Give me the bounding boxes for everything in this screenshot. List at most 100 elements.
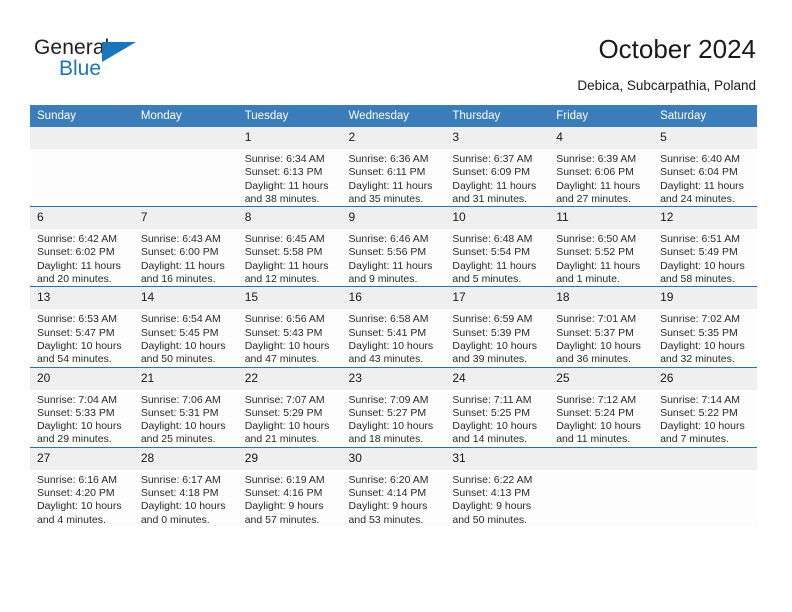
- sunrise-line: Sunrise: 7:04 AM: [37, 393, 117, 406]
- daylight-line-1: Daylight: 9 hours: [244, 500, 324, 513]
- day-cell[interactable]: 3 Sunrise: 6:37 AM Sunset: 6:09 PM Dayli…: [445, 127, 550, 207]
- day-number: 17: [445, 287, 550, 310]
- daylight-line-2: and 29 minutes.: [37, 433, 112, 446]
- sunset-line: Sunset: 5:29 PM: [244, 406, 323, 419]
- daylight-line-1: Daylight: 11 hours: [37, 259, 121, 272]
- sunrise-line: Sunrise: 6:37 AM: [452, 153, 533, 165]
- daylight-line-1: Daylight: 10 hours: [660, 420, 745, 433]
- day-number: 8: [237, 207, 342, 230]
- day-details: Sunrise: 7:12 AM Sunset: 5:24 PM Dayligh…: [549, 390, 653, 447]
- day-cell[interactable]: 13 Sunrise: 6:53 AM Sunset: 5:47 PM Dayl…: [30, 286, 134, 368]
- daylight-line-1: Daylight: 9 hours: [452, 500, 532, 513]
- day-cell[interactable]: 15 Sunrise: 6:56 AM Sunset: 5:43 PM Dayl…: [237, 286, 342, 368]
- sunrise-line: Sunrise: 6:56 AM: [244, 313, 325, 326]
- day-number: 12: [653, 207, 757, 230]
- day-cell[interactable]: 6 Sunrise: 6:42 AM Sunset: 6:02 PM Dayli…: [30, 206, 134, 287]
- daylight-line-1: Daylight: 10 hours: [37, 500, 122, 513]
- day-details: Sunrise: 7:07 AM Sunset: 5:29 PM Dayligh…: [238, 390, 342, 447]
- daylight-line-2: and 50 minutes.: [452, 513, 528, 526]
- day-details: Sunrise: 6:46 AM Sunset: 5:56 PM Dayligh…: [342, 229, 446, 286]
- day-details: Sunrise: 7:09 AM Sunset: 5:27 PM Dayligh…: [342, 390, 446, 447]
- day-cell[interactable]: 5 Sunrise: 6:40 AM Sunset: 6:04 PM Dayli…: [653, 127, 757, 207]
- day-details: Sunrise: 6:19 AM Sunset: 4:16 PM Dayligh…: [238, 470, 342, 527]
- daylight-line-1: Daylight: 11 hours: [556, 259, 641, 272]
- day-details: Sunrise: 6:37 AM Sunset: 6:09 PM Dayligh…: [445, 149, 549, 206]
- day-cell[interactable]: 4 Sunrise: 6:39 AM Sunset: 6:06 PM Dayli…: [549, 127, 654, 207]
- day-cell[interactable]: 24 Sunrise: 7:11 AM Sunset: 5:25 PM Dayl…: [445, 366, 550, 448]
- day-cell[interactable]: 7 Sunrise: 6:43 AM Sunset: 6:00 PM Dayli…: [133, 206, 238, 287]
- sunrise-line: Sunrise: 6:45 AM: [244, 233, 325, 246]
- daylight-line-1: Daylight: 11 hours: [660, 179, 744, 192]
- calendar-weekday-header: Sunday Monday Tuesday Wednesday Thursday…: [30, 105, 757, 127]
- day-number: 13: [30, 287, 134, 310]
- day-details: Sunrise: 6:36 AM Sunset: 6:11 PM Dayligh…: [342, 149, 446, 206]
- day-cell[interactable]: 27 Sunrise: 6:16 AM Sunset: 4:20 PM Dayl…: [30, 446, 134, 527]
- day-cell[interactable]: 2 Sunrise: 6:36 AM Sunset: 6:11 PM Dayli…: [341, 127, 446, 207]
- sunset-line: Sunset: 5:49 PM: [660, 246, 738, 259]
- sunrise-line: Sunrise: 6:54 AM: [140, 313, 221, 326]
- sunrise-line: Sunrise: 7:09 AM: [348, 393, 429, 406]
- day-cell[interactable]: 30 Sunrise: 6:20 AM Sunset: 4:14 PM Dayl…: [341, 446, 446, 527]
- daylight-line-2: and 53 minutes.: [348, 513, 424, 526]
- day-cell[interactable]: 19 Sunrise: 7:02 AM Sunset: 5:35 PM Dayl…: [653, 286, 757, 368]
- day-details: Sunrise: 7:02 AM Sunset: 5:35 PM Dayligh…: [653, 309, 757, 366]
- day-number: [30, 127, 134, 149]
- sunset-line: Sunset: 5:39 PM: [452, 326, 531, 339]
- daylight-line-2: and 57 minutes.: [244, 513, 320, 526]
- day-cell[interactable]: 31 Sunrise: 6:22 AM Sunset: 4:13 PM Dayl…: [445, 446, 550, 527]
- weekday-header-sunday: Sunday: [30, 105, 134, 127]
- daylight-line-1: Daylight: 10 hours: [452, 339, 538, 352]
- sunset-line: Sunset: 5:35 PM: [660, 326, 738, 339]
- sunset-line: Sunset: 5:24 PM: [556, 406, 634, 419]
- sunrise-line: Sunrise: 6:20 AM: [348, 473, 429, 486]
- day-cell[interactable]: 18 Sunrise: 7:01 AM Sunset: 5:37 PM Dayl…: [549, 286, 654, 368]
- page-subtitle: Debica, Subcarpathia, Poland: [577, 78, 756, 93]
- day-details: Sunrise: 6:59 AM Sunset: 5:39 PM Dayligh…: [445, 309, 549, 366]
- sunset-line: Sunset: 5:56 PM: [348, 246, 427, 259]
- sunrise-line: Sunrise: 6:42 AM: [37, 233, 117, 246]
- day-number: 14: [133, 287, 238, 310]
- daylight-line-1: Daylight: 11 hours: [348, 259, 433, 272]
- generalblue-logo[interactable]: General Blue: [34, 36, 144, 84]
- day-cell[interactable]: 10 Sunrise: 6:48 AM Sunset: 5:54 PM Dayl…: [445, 206, 550, 287]
- sunrise-line: Sunrise: 6:39 AM: [556, 153, 637, 165]
- weekday-header-friday: Friday: [549, 105, 654, 127]
- day-cell[interactable]: 14 Sunrise: 6:54 AM Sunset: 5:45 PM Dayl…: [133, 286, 238, 368]
- day-details: Sunrise: 6:54 AM Sunset: 5:45 PM Dayligh…: [134, 309, 238, 366]
- day-details: Sunrise: 6:40 AM Sunset: 6:04 PM Dayligh…: [653, 149, 757, 206]
- sunrise-line: Sunrise: 6:17 AM: [140, 473, 221, 486]
- day-number: 16: [341, 287, 446, 310]
- calendar-week-row: 20 Sunrise: 7:04 AM Sunset: 5:33 PM Dayl…: [30, 366, 757, 448]
- day-cell[interactable]: 9 Sunrise: 6:46 AM Sunset: 5:56 PM Dayli…: [341, 206, 446, 287]
- sunset-line: Sunset: 6:11 PM: [348, 166, 426, 179]
- day-cell[interactable]: 20 Sunrise: 7:04 AM Sunset: 5:33 PM Dayl…: [30, 366, 134, 448]
- weekday-header-tuesday: Tuesday: [237, 105, 342, 127]
- day-number: 9: [341, 207, 446, 230]
- day-cell[interactable]: 26 Sunrise: 7:14 AM Sunset: 5:22 PM Dayl…: [653, 366, 757, 448]
- day-cell[interactable]: 11 Sunrise: 6:50 AM Sunset: 5:52 PM Dayl…: [549, 206, 654, 287]
- day-cell[interactable]: 16 Sunrise: 6:58 AM Sunset: 5:41 PM Dayl…: [341, 286, 446, 368]
- daylight-line-2: and 47 minutes.: [244, 353, 320, 366]
- day-cell[interactable]: 22 Sunrise: 7:07 AM Sunset: 5:29 PM Dayl…: [237, 366, 342, 448]
- day-cell[interactable]: 28 Sunrise: 6:17 AM Sunset: 4:18 PM Dayl…: [133, 446, 238, 527]
- day-cell[interactable]: 29 Sunrise: 6:19 AM Sunset: 4:16 PM Dayl…: [237, 446, 342, 527]
- day-number: 3: [445, 127, 550, 149]
- day-number: 15: [237, 287, 342, 310]
- sunset-line: Sunset: 5:45 PM: [140, 326, 219, 339]
- daylight-line-2: and 36 minutes.: [556, 353, 631, 366]
- day-cell[interactable]: 21 Sunrise: 7:06 AM Sunset: 5:31 PM Dayl…: [133, 366, 238, 448]
- sunrise-sunset-calendar: Sunday Monday Tuesday Wednesday Thursday…: [30, 105, 757, 527]
- day-details: Sunrise: 6:22 AM Sunset: 4:13 PM Dayligh…: [445, 470, 549, 527]
- calendar-page: General Blue October 2024 Debica, Subcar…: [0, 0, 792, 612]
- day-cell[interactable]: 23 Sunrise: 7:09 AM Sunset: 5:27 PM Dayl…: [341, 366, 446, 448]
- day-cell[interactable]: 25 Sunrise: 7:12 AM Sunset: 5:24 PM Dayl…: [549, 366, 654, 448]
- sunset-line: Sunset: 6:09 PM: [452, 166, 531, 179]
- day-cell[interactable]: 1 Sunrise: 6:34 AM Sunset: 6:13 PM Dayli…: [237, 127, 342, 207]
- day-cell[interactable]: 8 Sunrise: 6:45 AM Sunset: 5:58 PM Dayli…: [237, 206, 342, 287]
- sunrise-line: Sunrise: 7:06 AM: [140, 393, 221, 406]
- day-cell[interactable]: 17 Sunrise: 6:59 AM Sunset: 5:39 PM Dayl…: [445, 286, 550, 368]
- day-number: [653, 447, 757, 470]
- day-cell[interactable]: 12 Sunrise: 6:51 AM Sunset: 5:49 PM Dayl…: [653, 206, 757, 287]
- daylight-line-1: Daylight: 10 hours: [37, 339, 122, 352]
- weekday-header-wednesday: Wednesday: [341, 105, 446, 127]
